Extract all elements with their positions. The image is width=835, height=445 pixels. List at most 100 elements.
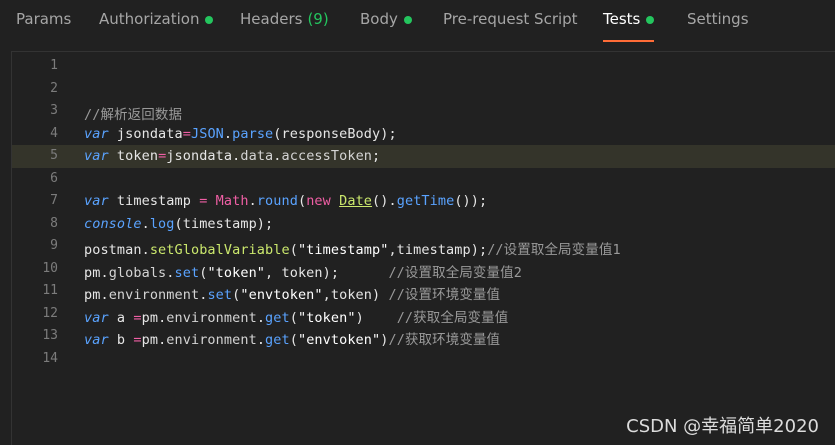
code-token: . xyxy=(223,125,233,142)
code-token: = xyxy=(182,125,191,142)
line-number: 2 xyxy=(50,80,58,96)
code-token: //获取环境变量值 xyxy=(388,332,501,348)
code-token: Date xyxy=(339,193,373,209)
line-number: 14 xyxy=(42,350,58,366)
code-line[interactable]: 8 console.log(timestamp); xyxy=(12,213,835,236)
code-token: environment xyxy=(108,287,200,303)
code-token: setGlobalVariable xyxy=(149,242,290,258)
code-token: postman. xyxy=(84,242,150,258)
code-token: JSON xyxy=(190,125,224,142)
code-text: var b =pm.environment.get("envtoken")//获… xyxy=(84,328,500,348)
code-token: accessToken xyxy=(281,148,373,164)
code-line[interactable]: 2 xyxy=(12,78,835,101)
code-token: data xyxy=(240,148,274,164)
code-token: set xyxy=(207,287,233,303)
code-line[interactable]: 9 postman.setGlobalVariable("timestamp",t… xyxy=(12,235,835,258)
tab-tests[interactable]: Tests xyxy=(603,10,655,42)
code-line[interactable]: 12 var a =pm.environment.get("token") //获… xyxy=(12,303,835,326)
code-line[interactable]: 7 var timestamp = Math.round(new Date().g… xyxy=(12,190,835,213)
line-number: 12 xyxy=(42,305,58,321)
code-line[interactable]: 4 var jsondata=JSON.parse(responseBody); xyxy=(12,123,835,146)
code-token: var xyxy=(84,193,109,209)
code-token: environment xyxy=(166,309,257,326)
code-token: log xyxy=(149,215,175,232)
code-token: new xyxy=(306,193,331,209)
code-token: (responseBody); xyxy=(273,125,397,142)
code-token: ( xyxy=(297,193,307,209)
tab-label: Settings xyxy=(687,10,749,28)
code-token: ) xyxy=(355,309,397,326)
line-number: 13 xyxy=(42,328,58,343)
code-token: . xyxy=(256,332,266,348)
line-number: 9 xyxy=(50,238,58,253)
code-text: var timestamp = Math.round(new Date().ge… xyxy=(84,193,487,209)
code-line[interactable]: 14 xyxy=(12,348,835,371)
tab-label: Authorization xyxy=(99,10,200,28)
line-number: 7 xyxy=(50,193,58,208)
code-token: round xyxy=(256,193,298,209)
line-number: 11 xyxy=(42,283,58,298)
status-dot-icon xyxy=(205,16,214,24)
code-token: "envtoken" xyxy=(240,287,323,303)
code-line-highlighted[interactable]: 5 var token=jsondata.data.accessToken; xyxy=(12,145,835,168)
tab-headers[interactable]: Headers (9) xyxy=(240,10,329,42)
watermark: CSDN @幸福简单2020 xyxy=(626,416,819,437)
line-number: 5 xyxy=(50,148,58,163)
code-token: //获取全局变量值 xyxy=(396,309,509,326)
code-token: a xyxy=(108,309,134,326)
code-editor[interactable]: 1 2 3//解析返回数据 4 var jsondata=JSON.parse(resp… xyxy=(11,51,835,445)
code-token: ; xyxy=(372,148,381,164)
status-dot-icon xyxy=(403,16,412,24)
code-token: "token" xyxy=(207,264,266,281)
code-token: get xyxy=(265,332,290,348)
code-token: = xyxy=(133,309,142,326)
code-line[interactable]: 11 pm.environment.set("envtoken",token) /… xyxy=(12,280,835,303)
code-line[interactable]: 13 var b =pm.environment.get("envtoken")/… xyxy=(12,325,835,348)
code-token: . xyxy=(141,215,150,232)
code-token: b xyxy=(108,332,134,348)
code-line[interactable]: 1 xyxy=(12,55,835,78)
tab-count: (9) xyxy=(307,10,329,28)
code-token: var xyxy=(84,309,109,326)
code-text: postman.setGlobalVariable("timestamp",ti… xyxy=(84,238,621,258)
code-token: token xyxy=(108,148,159,164)
code-token: environment xyxy=(166,332,257,348)
tab-body[interactable]: Body xyxy=(360,10,412,42)
code-token: pm. xyxy=(84,287,109,303)
code-line[interactable]: 6 xyxy=(12,168,835,191)
code-token: "token" xyxy=(297,309,356,326)
code-line[interactable]: 3 //解析返回数据 xyxy=(12,100,835,123)
code-token: ( xyxy=(289,309,298,326)
tab-label: Headers xyxy=(240,10,303,28)
code-text: pm.environment.set("envtoken",token) //设… xyxy=(84,283,500,303)
code-token: var xyxy=(84,332,109,348)
code-token: set xyxy=(174,264,200,281)
code-token: //设置取全局变量值1 xyxy=(487,242,621,258)
tab-label: Pre-request Script xyxy=(443,10,578,28)
code-token: //设置取全局变量值2 xyxy=(388,264,522,281)
line-number: 3 xyxy=(50,103,58,118)
code-token: . xyxy=(248,193,257,209)
code-token: "envtoken" xyxy=(297,332,381,348)
code-token: jsondata. xyxy=(166,148,241,164)
code-token: var xyxy=(84,125,109,142)
code-token: (timestamp); xyxy=(174,215,274,232)
tab-pre-request-script[interactable]: Pre-request Script xyxy=(443,10,578,42)
code-text: var token=jsondata.data.accessToken; xyxy=(84,148,380,164)
code-token: jsondata xyxy=(108,125,183,142)
line-number: 6 xyxy=(50,170,58,186)
code-token: . xyxy=(256,309,266,326)
line-number: 1 xyxy=(50,58,58,73)
tab-settings[interactable]: Settings xyxy=(687,10,749,42)
request-tabs: Params Authorization Headers (9) Body Pr… xyxy=(0,0,835,44)
code-token: pm. xyxy=(84,264,109,281)
code-text: var a =pm.environment.get("token") //获取全… xyxy=(84,306,508,326)
code-token: "timestamp" xyxy=(297,242,389,258)
code-line[interactable]: 10 pm.globals.set("token", token); //设置取全… xyxy=(12,258,835,281)
code-token: timestamp xyxy=(108,193,200,209)
tab-authorization[interactable]: Authorization xyxy=(99,10,214,42)
tab-label: Body xyxy=(360,10,398,28)
tab-params[interactable]: Params xyxy=(16,10,71,42)
code-token: , token); xyxy=(265,264,389,281)
line-number: 4 xyxy=(50,125,58,141)
